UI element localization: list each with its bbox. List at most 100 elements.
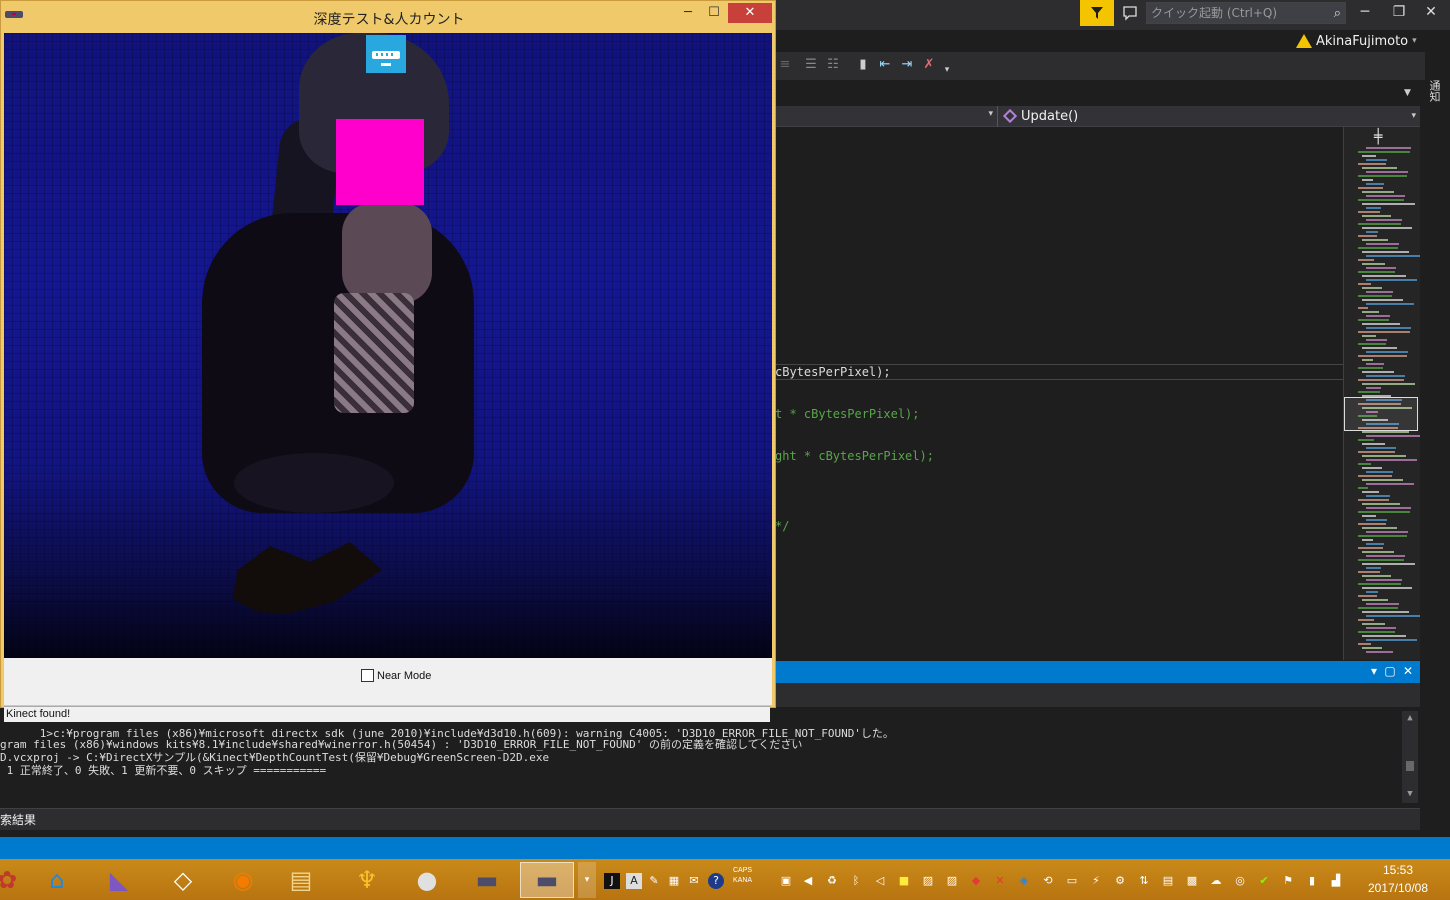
panel-maximize-icon[interactable]: ▢ [1383,664,1397,678]
minimap-code-line [1362,431,1409,433]
scroll-up-icon[interactable]: ▲ [1402,713,1418,723]
comment-icon[interactable]: ☰ [803,57,819,73]
taskbar-app-button[interactable]: ♆ [340,862,394,898]
kinect-close-button[interactable]: ✕ [728,3,772,23]
minimap-code-line [1358,475,1392,477]
search-icon[interactable]: ⌕ [1334,4,1341,24]
network-icon[interactable]: ⇅ [1136,873,1152,889]
uncomment-icon[interactable]: ☷ [825,57,841,73]
taskbar-app-button[interactable]: ▬ [520,862,574,898]
volume-icon[interactable]: ◀ [800,873,816,889]
shield-icon[interactable]: ◈ [1016,873,1032,889]
vs-close-button[interactable]: ✕ [1418,4,1444,20]
remove-icon[interactable]: ✕ [992,873,1008,889]
tab-find-results[interactable]: 索結果 [0,811,36,828]
minimap-code-line [1362,167,1397,169]
sync-icon[interactable]: ⟲ [1040,873,1056,889]
taskbar-app-button[interactable]: ✿ [0,862,17,898]
taskbar-app-button[interactable]: ◣ [92,862,146,898]
kinect-title-bar[interactable]: 深度テスト&人カウント ─ ☐ ✕ [1,1,777,33]
toolbar-dropdown-icon[interactable]: ▼ [1404,88,1411,98]
ime-dict-icon[interactable]: ✉ [686,873,702,889]
checkbox-box[interactable] [361,669,374,682]
app-sphere-icon: ● [416,866,438,894]
minimap-code-line [1358,595,1377,597]
kinect-minimize-button[interactable]: ─ [675,5,701,25]
taskbar-app-button[interactable]: ◇ [156,862,210,898]
flag-icon[interactable]: ⚑ [1280,873,1296,889]
near-mode-checkbox[interactable]: Near Mode [361,669,431,682]
taskbar-app-button[interactable]: ⌂ [30,862,84,898]
feedback-icon[interactable] [1120,3,1140,23]
scroll-down-icon[interactable]: ▼ [1402,789,1418,799]
ime-tools-icon[interactable]: ▦ [666,873,682,889]
minimap-scrollbar[interactable]: ╪ [1343,127,1420,660]
help-icon[interactable]: ? [708,873,724,889]
check-icon[interactable]: ✔ [1256,873,1272,889]
clock-time[interactable]: 15:53 [1370,863,1426,877]
quick-launch-placeholder: クイック起動 (Ctrl+Q) [1151,6,1278,20]
tray-app-icon[interactable]: ▣ [778,873,794,889]
output-panel[interactable]: してください 1>c:¥program files (x86)¥microsof… [0,707,1420,807]
clear-bookmarks-icon[interactable]: ✗ [921,57,937,73]
browser-icon[interactable]: ◎ [1232,873,1248,889]
display-icon[interactable]: ▭ [1064,873,1080,889]
security-icon[interactable]: ■ [896,873,912,889]
cloud-icon[interactable]: ☁ [1208,873,1224,889]
minimap-code-line [1366,315,1390,317]
taskbar-app-button[interactable]: ▬ [460,862,514,898]
taskbar-app-button[interactable]: ● [400,862,454,898]
ime-pad-icon[interactable]: ✎ [646,873,662,889]
app-tray-icon[interactable]: ▩ [1184,873,1200,889]
app-flame-icon: ♆ [356,866,378,894]
panel-close-icon[interactable]: ✕ [1401,664,1415,678]
bookmark-icon[interactable]: ▮ [855,57,871,73]
scroll-thumb[interactable] [1406,761,1414,771]
vs-toolbar: ≡ ☰ ☷ ▮ ⇤ ⇥ ✗ ▾ [775,52,1425,80]
minimap-code-line [1362,299,1403,301]
bottom-tab-strip: 索結果 [0,808,1420,830]
minimap-code-line [1358,523,1386,525]
ime-icon[interactable]: J [604,873,620,889]
settings-icon[interactable]: ⚙ [1112,873,1128,889]
minimap-code-line [1358,367,1383,369]
taskbar-app-button[interactable]: ◉ [216,862,270,898]
ime-mode-icon[interactable]: A [626,873,642,889]
filter-icon[interactable] [1080,0,1114,26]
account-menu[interactable]: AkinaFujimoto ▾ [1296,31,1417,51]
notifications-tab[interactable]: 通知 [1424,80,1442,102]
output-scrollbar[interactable]: ▲ ▼ [1402,711,1418,803]
scope-dropdown[interactable]: ▾ [775,106,998,127]
recycle-icon[interactable]: ♻ [824,873,840,889]
account-name: AkinaFujimoto [1316,33,1409,49]
toolbar-overflow-icon[interactable]: ▾ [939,62,955,78]
vs-restore-button[interactable]: ❐ [1386,4,1412,20]
vs-minimize-button[interactable]: ─ [1352,4,1378,20]
kinect-maximize-button[interactable]: ☐ [701,5,727,25]
panel-dropdown-icon[interactable]: ▾ [1367,664,1381,678]
minimap-code-line [1362,635,1406,637]
next-bookmark-icon[interactable]: ⇥ [899,57,915,73]
clock-date[interactable]: 2017/10/08 [1360,881,1436,895]
minimap-code-line [1366,303,1414,305]
minimap-viewport[interactable] [1344,397,1418,431]
bluetooth-icon[interactable]: ᛒ [848,873,864,889]
quick-launch-input[interactable]: クイック起動 (Ctrl+Q) ⌕ [1146,2,1346,24]
split-icon[interactable]: ╪ [1374,129,1382,145]
wifi-icon[interactable]: ▟ [1328,873,1344,889]
gpu-icon[interactable]: ⚡ [1088,873,1104,889]
prev-bookmark-icon[interactable]: ⇤ [877,57,893,73]
code-editor[interactable]: cBytesPerPixel); t * cBytesPerPixel); ght … [775,127,1343,660]
show-hidden-icons-button[interactable]: ▾ [578,862,596,898]
minimap-code-line [1358,451,1395,453]
minimap-code-line [1362,371,1394,373]
monitor-icon[interactable]: ▤ [1160,873,1176,889]
indent-icon[interactable]: ≡ [777,57,793,73]
member-dropdown[interactable]: Update() ▾ [1001,106,1420,127]
pdf-icon[interactable]: ◆ [968,873,984,889]
network-app-icon[interactable]: ▨ [920,873,936,889]
battery-icon[interactable]: ▮ [1304,873,1320,889]
taskbar-app-button[interactable]: ▤ [274,862,328,898]
network-app2-icon[interactable]: ▨ [944,873,960,889]
speaker-icon[interactable]: ◁ [872,873,888,889]
